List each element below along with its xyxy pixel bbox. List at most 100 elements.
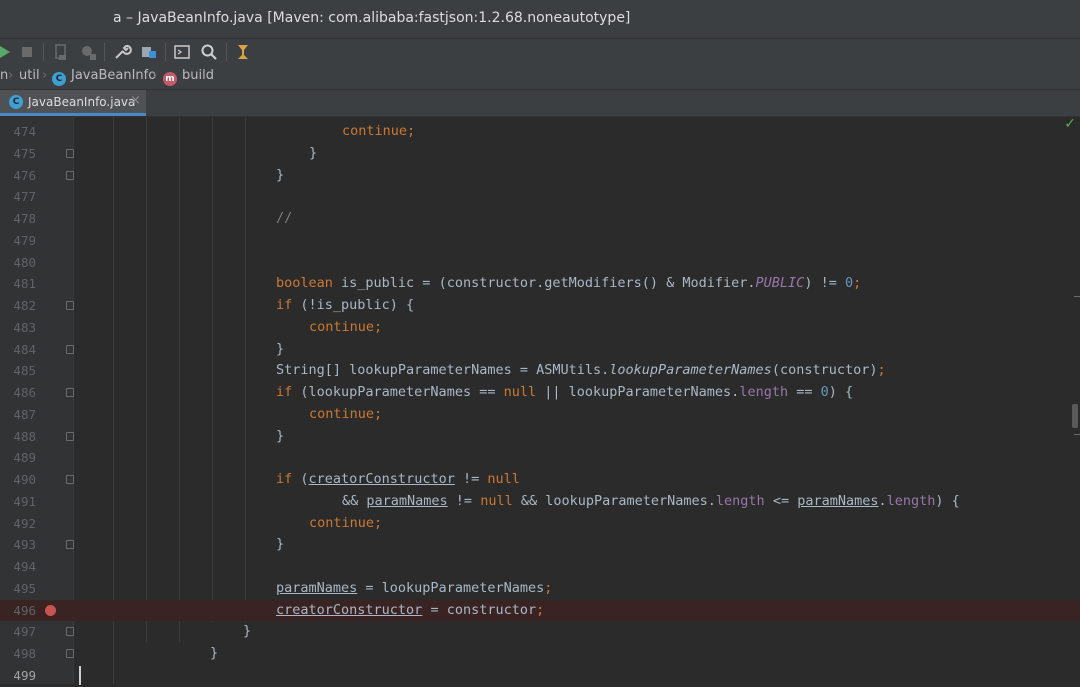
line-number: 486: [13, 385, 36, 400]
editor-scrollbar[interactable]: ✓: [1064, 116, 1080, 684]
stop-icon[interactable]: [17, 42, 37, 62]
breadcrumb-item-label: JavaBeanInfo: [71, 68, 157, 83]
terminal-icon[interactable]: [172, 42, 192, 62]
code-text: }: [276, 427, 285, 444]
line-number: 496: [13, 602, 36, 618]
code-text: if (!is_public) {: [276, 297, 415, 313]
breadcrumb-item-package[interactable]: n: [0, 68, 8, 83]
class-icon: C: [52, 72, 66, 86]
code-line[interactable]: 482 if (!is_public) {: [0, 295, 1080, 317]
code-text: }: [243, 623, 252, 640]
line-number: 478: [13, 211, 36, 226]
code-line[interactable]: 498 }: [0, 643, 1080, 665]
main-toolbar: [0, 39, 1080, 65]
close-icon[interactable]: ×: [130, 93, 141, 108]
vcs-icon[interactable]: [233, 42, 253, 62]
code-text: boolean is_public = (constructor.getModi…: [276, 275, 862, 292]
debug-icon[interactable]: [78, 42, 98, 62]
code-editor[interactable]: 474 continue; 475 } 476 } 477 478 // 479…: [0, 116, 1080, 687]
code-line-current[interactable]: 499: [0, 665, 1080, 687]
code-line[interactable]: 488 }: [0, 426, 1080, 448]
code-line[interactable]: 495 paramNames = lookupParameterNames;: [0, 578, 1080, 600]
fold-marker-icon[interactable]: [66, 344, 74, 354]
code-line[interactable]: 478 //: [0, 208, 1080, 230]
method-icon: m: [163, 72, 177, 86]
fold-marker-icon[interactable]: [66, 475, 74, 484]
code-line[interactable]: 480: [0, 252, 1080, 274]
code-text: if (creatorConstructor != null: [276, 471, 520, 487]
scrollbar-thumb[interactable]: [1072, 404, 1078, 428]
code-text: }: [210, 645, 219, 661]
text-caret: [79, 665, 81, 685]
line-number: 490: [13, 472, 36, 487]
code-text: }: [276, 340, 285, 357]
line-number: 497: [13, 624, 36, 640]
tab-label: JavaBeanInfo.java: [28, 95, 136, 109]
line-number: 491: [13, 493, 36, 509]
code-line[interactable]: 492 continue;: [0, 513, 1080, 535]
line-number: 485: [13, 363, 36, 379]
code-line-breakpoint[interactable]: 496 creatorConstructor = constructor;: [0, 599, 1080, 622]
code-line[interactable]: 483 continue;: [0, 317, 1080, 339]
breadcrumb-item-util[interactable]: util: [19, 68, 40, 83]
project-structure-icon[interactable]: [139, 42, 159, 62]
code-line[interactable]: 497 }: [0, 621, 1080, 643]
fold-marker-icon[interactable]: [66, 431, 74, 441]
code-line[interactable]: 493 }: [0, 534, 1080, 556]
code-text: creatorConstructor = constructor;: [276, 601, 545, 618]
fold-marker-icon[interactable]: [66, 540, 74, 550]
code-line[interactable]: 494: [0, 556, 1080, 578]
fold-marker-icon[interactable]: [66, 627, 74, 637]
fold-marker-icon[interactable]: [66, 301, 74, 310]
code-text: continue;: [309, 318, 383, 335]
line-number: 480: [13, 254, 36, 270]
scroll-marker: [1074, 296, 1080, 297]
fold-marker-icon[interactable]: [66, 170, 74, 180]
wrench-icon[interactable]: [112, 42, 132, 62]
line-number: 484: [13, 341, 36, 357]
code-line[interactable]: 481 boolean is_public = (constructor.get…: [0, 273, 1080, 295]
code-text: }: [276, 536, 285, 553]
code-line[interactable]: 477: [0, 186, 1080, 208]
line-number: 482: [13, 298, 36, 313]
code-line[interactable]: 485 String[] lookupParameterNames = ASMU…: [0, 360, 1080, 382]
line-number: 498: [13, 646, 36, 661]
code-line[interactable]: 484 }: [0, 339, 1080, 361]
code-line[interactable]: 487 continue;: [0, 404, 1080, 426]
breakpoint-icon[interactable]: [45, 604, 56, 616]
code-line[interactable]: 476 }: [0, 165, 1080, 187]
line-number: 483: [13, 319, 36, 335]
toolbar-separator: [165, 43, 166, 61]
chevron-right-icon: ›: [42, 68, 48, 83]
code-line[interactable]: 474 continue;: [0, 121, 1080, 143]
build-icon[interactable]: [51, 42, 71, 62]
tab-javabeaninfo[interactable]: C JavaBeanInfo.java ×: [0, 90, 146, 116]
code-line[interactable]: 491 && paramNames != null && lookupParam…: [0, 491, 1080, 513]
fold-marker-icon[interactable]: [66, 148, 74, 158]
line-number: 494: [13, 559, 36, 574]
code-line[interactable]: 489: [0, 447, 1080, 469]
code-text: //: [276, 210, 293, 226]
run-icon[interactable]: [0, 42, 14, 62]
code-text: if (lookupParameterNames == null || look…: [276, 384, 854, 400]
code-line[interactable]: 490 if (creatorConstructor != null: [0, 469, 1080, 491]
class-icon: C: [9, 95, 23, 109]
code-text: continue;: [342, 123, 416, 139]
code-line[interactable]: 486 if (lookupParameterNames == null || …: [0, 382, 1080, 404]
title-bar: a – JavaBeanInfo.java [Maven: com.alibab…: [0, 0, 1080, 39]
chevron-right-icon: ›: [152, 68, 158, 83]
code-line[interactable]: 479: [0, 230, 1080, 252]
search-icon[interactable]: [199, 42, 219, 62]
toolbar-separator: [104, 43, 105, 61]
code-line[interactable]: 475 }: [0, 143, 1080, 165]
code-text: }: [276, 166, 285, 183]
line-number: 481: [13, 276, 36, 292]
fold-marker-icon[interactable]: [66, 649, 74, 658]
breadcrumb-item-method[interactable]: m build: [163, 68, 214, 86]
fold-marker-icon[interactable]: [66, 388, 74, 397]
line-number: 476: [13, 167, 36, 183]
code-text: }: [309, 144, 318, 161]
line-number: 489: [13, 450, 36, 466]
breadcrumb-item-class[interactable]: C JavaBeanInfo: [52, 68, 156, 86]
window-title: a – JavaBeanInfo.java [Maven: com.alibab…: [113, 10, 631, 26]
